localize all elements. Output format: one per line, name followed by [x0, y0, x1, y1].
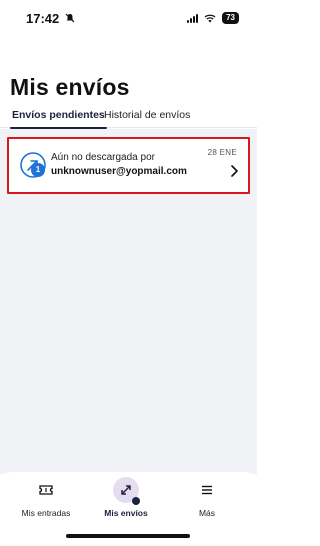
battery-indicator: 73 [222, 12, 239, 24]
bottom-navigation: Mis entradas Mis envíos Más [0, 472, 257, 524]
chevron-right-icon [231, 165, 238, 177]
menu-icon [202, 485, 212, 495]
active-indicator [113, 477, 140, 505]
notification-dot [132, 497, 140, 505]
nav-label-mis-envios: Mis envíos [104, 508, 148, 518]
status-time: 17:42 [26, 10, 60, 26]
ticket-icon [39, 485, 53, 495]
tab-bar: Envíos pendientes Historial de envíos [0, 106, 257, 129]
wifi-icon [204, 14, 216, 22]
pending-transfers-list: 1 Aún no descargada por unknownuser@yopm… [0, 129, 257, 474]
nav-item-mis-envios[interactable]: Mis envíos [86, 477, 166, 518]
nav-item-mis-entradas[interactable]: Mis entradas [6, 478, 86, 518]
pending-count-badge: 1 [31, 163, 45, 177]
transfer-card[interactable]: 1 Aún no descargada por unknownuser@yopm… [7, 137, 250, 194]
recipient-email: unknownuser@yopmail.com [51, 166, 187, 177]
tab-historial-envios[interactable]: Historial de envíos [104, 109, 190, 121]
home-indicator [66, 534, 190, 538]
transfer-date: 28 ENE [207, 148, 237, 157]
status-bar: 17:42 73 [0, 0, 257, 36]
transfer-status-text: Aún no descargada por [51, 152, 155, 163]
status-left: 17:42 [26, 11, 75, 26]
nav-label-mis-entradas: Mis entradas [21, 508, 71, 518]
status-right: 73 [187, 12, 239, 24]
tab-envios-pendientes[interactable]: Envíos pendientes [10, 109, 107, 129]
bell-muted-icon [65, 13, 75, 23]
signal-icon [187, 13, 199, 23]
transfer-arrows-icon [121, 485, 131, 495]
nav-item-mas[interactable]: Más [167, 478, 247, 518]
nav-label-mas: Más [198, 508, 216, 518]
page-title: Mis envíos [10, 74, 130, 100]
